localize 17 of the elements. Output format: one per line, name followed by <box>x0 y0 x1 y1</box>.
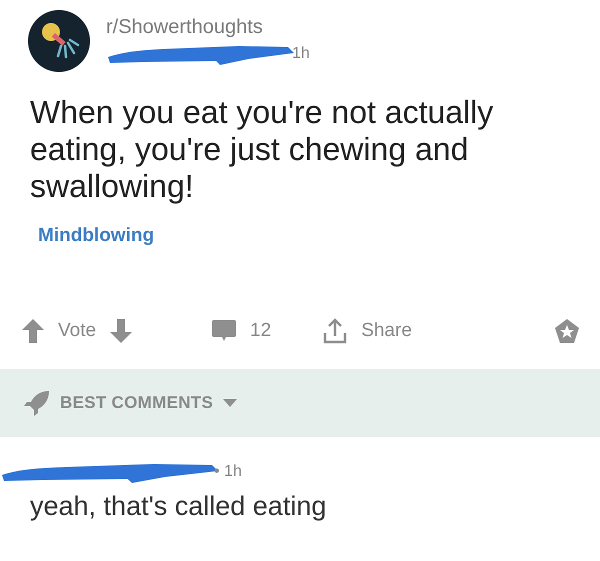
post-flair[interactable]: Mindblowing <box>38 225 154 247</box>
post-title: When you eat you're not actually eating, you're just chewing and swallowing! <box>30 94 494 205</box>
comment-count: 12 <box>250 320 272 342</box>
comment-icon[interactable] <box>212 320 236 342</box>
share-label[interactable]: Share <box>361 320 412 342</box>
post-time: 1h <box>292 44 310 62</box>
save-icon[interactable] <box>554 318 580 344</box>
caret-icon[interactable] <box>223 399 238 407</box>
comment-text: yeah, that's called eating <box>30 491 328 522</box>
subreddit-avatar[interactable] <box>28 10 90 72</box>
downvote-icon[interactable] <box>110 319 132 343</box>
subreddit-name[interactable]: r/Showerthoughts <box>106 16 310 38</box>
rocket-icon <box>24 390 50 416</box>
vote-label: Vote <box>58 320 96 342</box>
share-icon[interactable] <box>323 318 348 344</box>
comment-sort-label[interactable]: BEST COMMENTS <box>60 393 214 413</box>
upvote-icon[interactable] <box>22 319 44 343</box>
